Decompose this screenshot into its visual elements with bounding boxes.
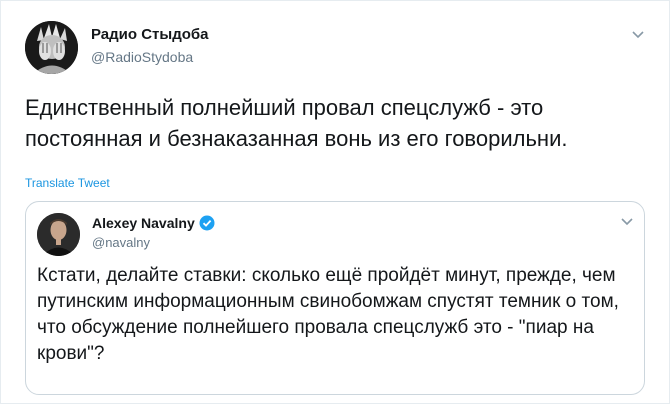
author-name[interactable]: Радио Стыдоба — [91, 26, 209, 43]
chevron-down-icon[interactable] — [620, 214, 634, 228]
quoted-tweet-text: Кстати, делайте ставки: сколько ещё прой… — [37, 265, 619, 364]
tweet-text: Единственный полнейший провал спецслужб … — [25, 95, 568, 151]
quoted-author-row: Alexey Navalny — [92, 215, 215, 231]
translate-tweet-link[interactable]: Translate Tweet — [25, 176, 110, 190]
portrait-avatar-icon — [37, 213, 80, 256]
quoted-author-name[interactable]: Alexey Navalny — [92, 215, 195, 231]
statue-avatar-icon — [25, 21, 78, 74]
quoted-author-avatar[interactable] — [37, 213, 80, 256]
verified-badge-icon — [199, 215, 215, 231]
tweet-card: Радио Стыдоба @RadioStydoba Единственный… — [0, 0, 670, 404]
quoted-author-handle[interactable]: @navalny — [92, 235, 150, 250]
chevron-down-icon[interactable] — [631, 27, 645, 41]
author-handle[interactable]: @RadioStydoba — [91, 49, 193, 65]
quoted-tweet[interactable]: Alexey Navalny @navalny Кстати, делайте … — [25, 201, 645, 395]
author-avatar[interactable] — [25, 21, 78, 74]
